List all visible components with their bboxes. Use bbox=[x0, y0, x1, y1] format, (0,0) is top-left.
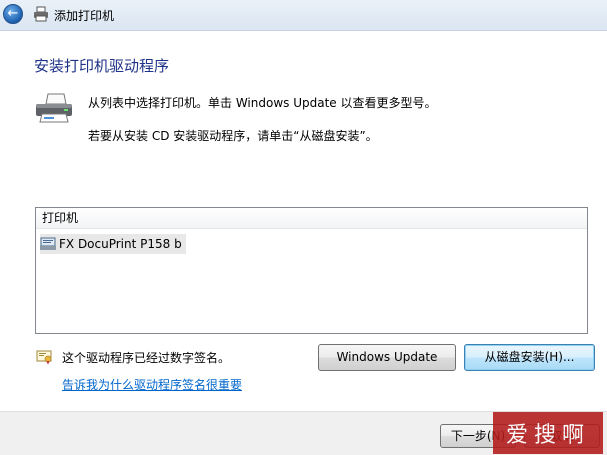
back-arrow-icon[interactable]: ← bbox=[3, 4, 23, 24]
printer-icon bbox=[34, 6, 48, 22]
window-title: 添加打印机 bbox=[54, 9, 115, 23]
printer-icon bbox=[36, 93, 72, 123]
printer-icon bbox=[40, 237, 56, 250]
list-column-header[interactable]: 打印机 bbox=[36, 208, 587, 229]
certificate-icon bbox=[36, 350, 52, 365]
title-bar: ← 添加打印机 bbox=[0, 0, 607, 31]
signature-info-link[interactable]: 告诉我为什么驱动程序签名很重要 bbox=[62, 376, 242, 393]
cd-instruction-text: 若要从安装 CD 安装驱动程序，请单击“从磁盘安装”。 bbox=[88, 129, 378, 143]
page-title: 安装打印机驱动程序 bbox=[34, 57, 170, 75]
have-disk-button[interactable]: 从磁盘安装(H)... bbox=[464, 344, 595, 371]
list-item-label: FX DocuPrint P158 b bbox=[59, 237, 182, 251]
windows-update-button[interactable]: Windows Update bbox=[318, 344, 456, 371]
printer-list[interactable]: 打印机 FX DocuPrint P158 b bbox=[35, 207, 588, 334]
signature-status-text: 这个驱动程序已经过数字签名。 bbox=[62, 351, 231, 365]
instruction-text: 从列表中选择打印机。单击 Windows Update 以查看更多型号。 bbox=[88, 96, 437, 110]
list-item[interactable]: FX DocuPrint P158 b bbox=[40, 234, 186, 254]
watermark-logo: 爱搜啊 bbox=[493, 412, 603, 454]
